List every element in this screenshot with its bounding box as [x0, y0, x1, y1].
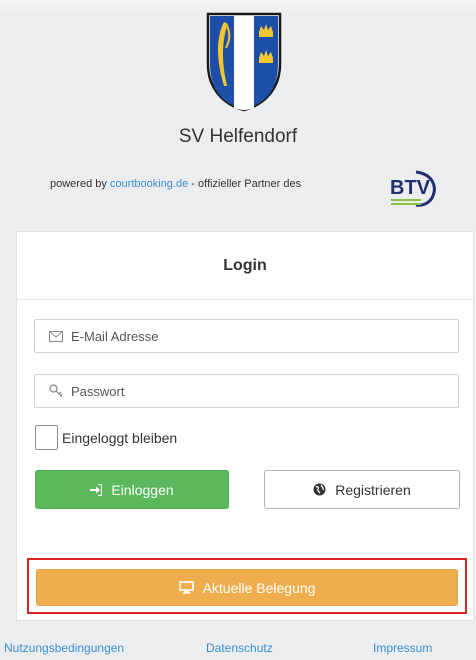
password-input[interactable]: Passwort [34, 374, 459, 408]
login-button[interactable]: Einloggen [35, 470, 229, 509]
remember-me-checkbox[interactable] [35, 425, 58, 450]
login-title: Login [17, 232, 473, 300]
envelope-icon [49, 328, 65, 344]
courtbooking-link[interactable]: courtbooking.de [110, 178, 188, 190]
imprint-link[interactable]: Impressum [373, 641, 432, 655]
privacy-link[interactable]: Datenschutz [206, 641, 273, 655]
powered-prefix: powered by [50, 178, 110, 190]
remember-me: Eingeloggt bleiben [35, 425, 177, 450]
current-occupancy-button[interactable]: Aktuelle Belegung [36, 569, 458, 606]
monitor-icon [178, 581, 194, 594]
register-button[interactable]: Registrieren [264, 470, 460, 509]
btv-partner-logo: BTV [390, 170, 436, 207]
register-button-label: Registrieren [335, 481, 411, 498]
email-placeholder: E-Mail Adresse [71, 328, 159, 344]
terms-link[interactable]: Nutzungsbedingungen [4, 641, 124, 655]
remember-me-label: Eingeloggt bleiben [62, 429, 178, 446]
club-name: SV Helfendorf [178, 126, 298, 147]
powered-suffix: - offizieller Partner des [188, 178, 302, 190]
powered-by-line: powered by courtbooking.de - offizieller… [50, 178, 301, 190]
email-input[interactable]: E-Mail Adresse [34, 319, 459, 353]
btv-logo-text: BTV [390, 177, 431, 199]
key-icon [49, 383, 65, 399]
login-button-label: Einloggen [111, 481, 174, 498]
sign-in-icon [90, 483, 103, 496]
current-occupancy-label: Aktuelle Belegung [202, 579, 316, 596]
globe-icon [313, 483, 326, 496]
login-card: Login E-Mail Adresse Passwort Eingeloggt… [16, 231, 474, 621]
password-placeholder: Passwort [71, 383, 125, 399]
footer: Nutzungsbedingungen Datenschutz Impressu… [0, 640, 476, 660]
club-crest-logo [206, 12, 282, 112]
